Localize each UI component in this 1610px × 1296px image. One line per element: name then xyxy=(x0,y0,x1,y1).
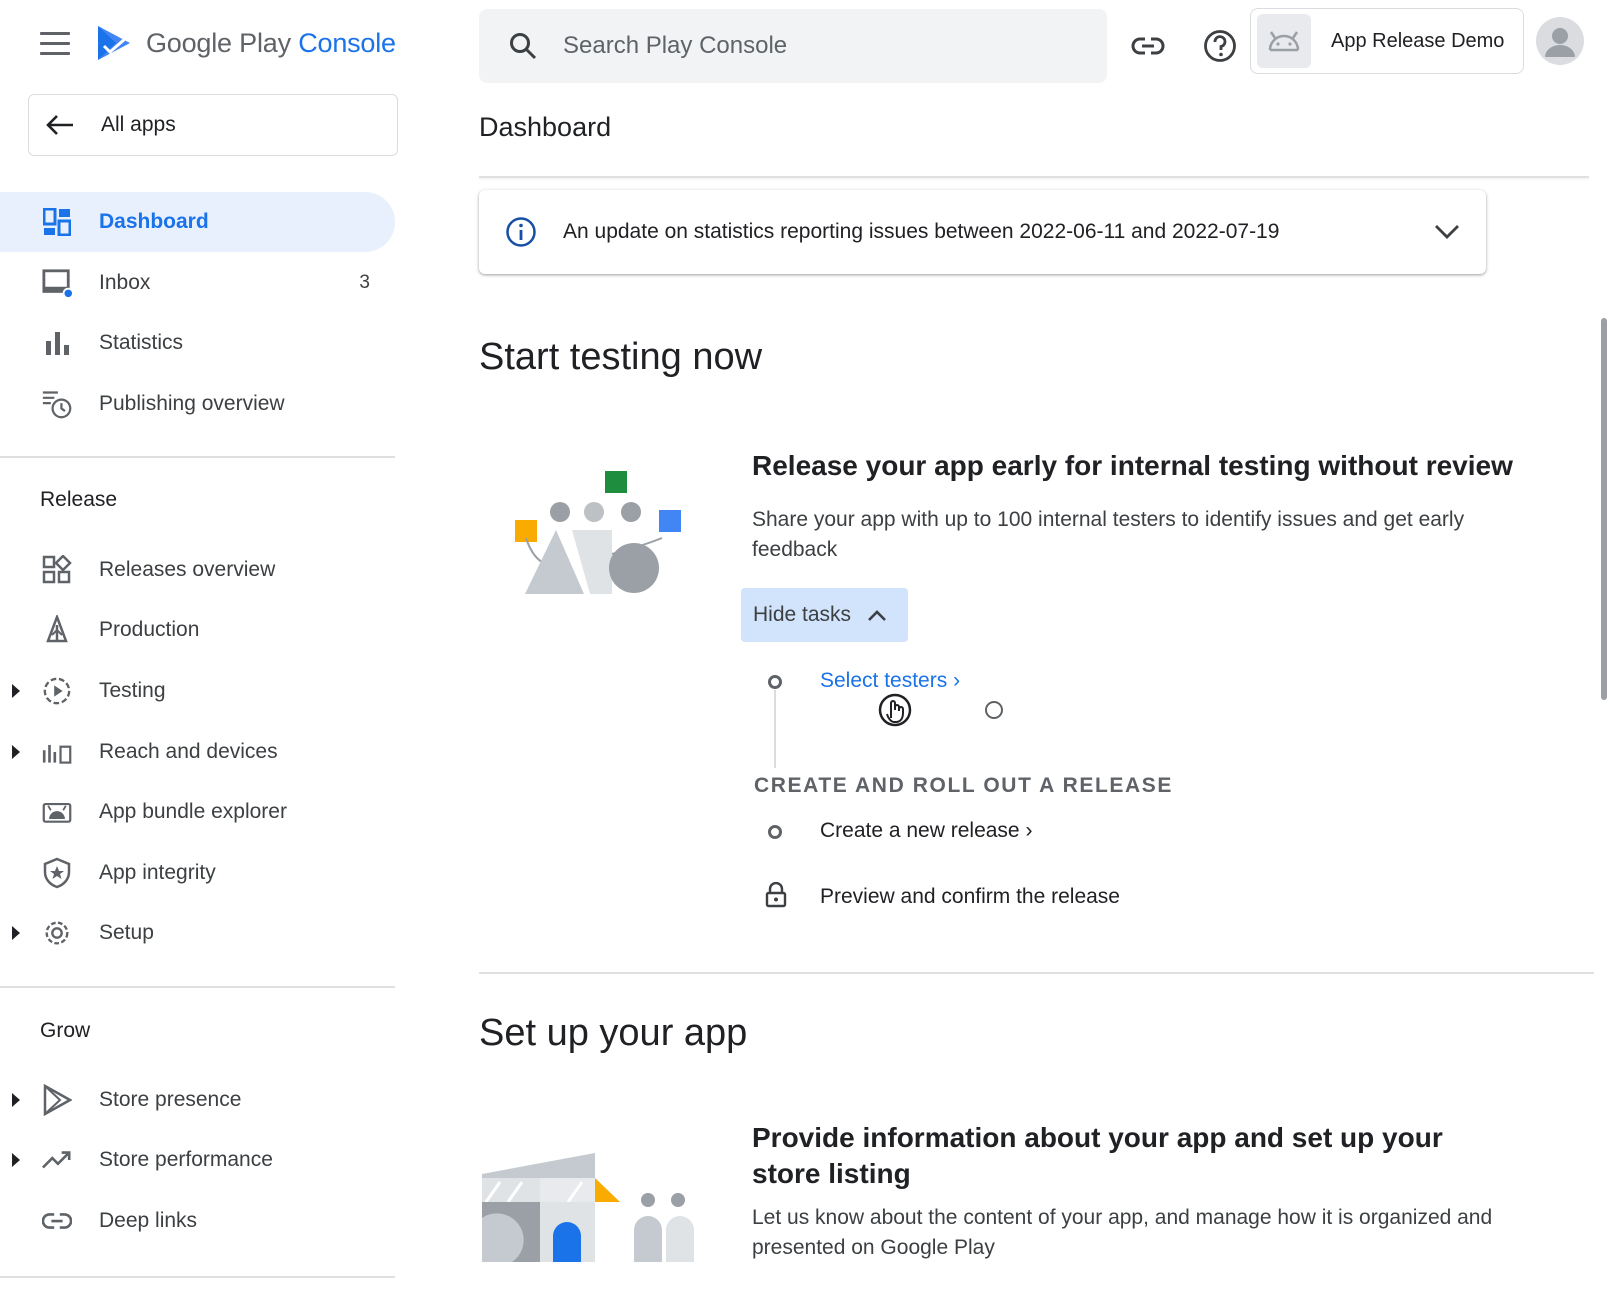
scrollbar-thumb[interactable] xyxy=(1601,318,1607,700)
sidebar-item-dashboard[interactable]: Dashboard xyxy=(0,192,395,252)
play-console-logo-icon xyxy=(98,26,130,60)
sidebar-divider xyxy=(0,456,395,458)
all-apps-label: All apps xyxy=(101,113,176,136)
sidebar-item-label: Statistics xyxy=(99,331,184,354)
rocket-icon xyxy=(42,615,72,645)
brand-name: Google Play Console xyxy=(146,27,396,58)
sidebar-item-label: Store presence xyxy=(99,1088,242,1111)
sidebar-item-production[interactable]: Production xyxy=(0,600,395,660)
sidebar-divider xyxy=(0,986,395,988)
sidebar-item-label: App bundle explorer xyxy=(99,800,287,823)
preview-release-task: Preview and confirm the release xyxy=(820,885,1120,908)
release-section-title: Release xyxy=(40,488,118,511)
expand-caret-icon[interactable] xyxy=(12,1153,20,1167)
testing-illustration xyxy=(515,471,681,594)
sidebar-divider xyxy=(0,1276,395,1278)
task-status-dot xyxy=(768,675,782,689)
sidebar-item-releases-overview[interactable]: Releases overview xyxy=(0,540,395,600)
all-apps-button[interactable]: All apps xyxy=(28,94,398,156)
grow-section-title: Grow xyxy=(40,1019,91,1042)
help-icon[interactable] xyxy=(1198,24,1242,68)
sidebar-item-label: Inbox xyxy=(99,271,151,294)
testing-card-title: Release your app early for internal test… xyxy=(752,450,1513,481)
inbox-count-badge: 3 xyxy=(359,272,370,293)
sidebar-item-label: Reach and devices xyxy=(99,740,278,763)
release-task-heading: CREATE AND ROLL OUT A RELEASE xyxy=(754,774,1173,797)
expand-caret-icon[interactable] xyxy=(12,684,20,698)
hide-tasks-label: Hide tasks xyxy=(753,603,852,626)
setup-illustration xyxy=(482,1153,694,1262)
android-box-icon xyxy=(42,797,72,827)
trending-icon xyxy=(42,1145,72,1175)
start-testing-heading: Start testing now xyxy=(479,336,763,378)
sidebar-item-label: Deep links xyxy=(99,1209,198,1232)
expand-caret-icon[interactable] xyxy=(12,745,20,759)
dashboard-icon xyxy=(42,207,72,237)
expand-caret-icon[interactable] xyxy=(12,926,20,940)
info-icon xyxy=(506,217,536,247)
sidebar-item-label: Releases overview xyxy=(99,558,276,581)
sidebar-item-store-presence[interactable]: Store presence xyxy=(0,1070,395,1130)
sidebar-item-label: Testing xyxy=(99,679,166,702)
sidebar-item-label: App integrity xyxy=(99,861,216,884)
header-divider xyxy=(479,176,1589,178)
chevron-up-icon xyxy=(868,609,886,621)
arrow-back-icon xyxy=(46,115,73,135)
releases-icon xyxy=(42,555,72,585)
avatar[interactable] xyxy=(1536,17,1584,65)
sidebar-item-store-performance[interactable]: Store performance xyxy=(0,1130,395,1190)
sidebar-item-reach-and-devices[interactable]: Reach and devices xyxy=(0,722,395,782)
task-status-dot xyxy=(768,825,782,839)
search-icon xyxy=(510,33,537,60)
bar-chart-icon xyxy=(42,328,72,358)
section-divider xyxy=(479,972,1594,974)
hide-tasks-button[interactable]: Hide tasks xyxy=(741,588,908,642)
sidebar-item-label: Dashboard xyxy=(99,210,209,233)
sidebar-item-label: Setup xyxy=(99,921,154,944)
sidebar-item-app-bundle-explorer[interactable]: App bundle explorer xyxy=(0,782,395,842)
search-bar[interactable] xyxy=(479,9,1107,83)
chevron-down-icon[interactable] xyxy=(1434,224,1460,240)
search-input[interactable] xyxy=(563,32,1063,60)
testing-icon xyxy=(42,676,72,706)
sidebar-item-label: Publishing overview xyxy=(99,392,285,415)
publishing-icon xyxy=(42,389,72,419)
menu-icon[interactable] xyxy=(40,32,70,56)
gear-icon xyxy=(42,918,72,948)
inbox-icon xyxy=(42,268,72,299)
testing-card-description: Share your app with up to 100 internal t… xyxy=(752,508,1465,561)
sidebar-item-inbox[interactable]: Inbox 3 xyxy=(0,253,395,313)
pending-status-icon xyxy=(985,701,1003,719)
link-icon[interactable] xyxy=(1126,24,1170,68)
link-icon xyxy=(42,1206,72,1236)
sidebar-item-statistics[interactable]: Statistics xyxy=(0,313,395,373)
reach-icon xyxy=(42,737,72,767)
app-selector[interactable]: App Release Demo xyxy=(1250,8,1524,74)
play-icon xyxy=(42,1084,72,1116)
app-name: App Release Demo xyxy=(1331,29,1505,52)
sidebar-item-app-integrity[interactable]: App integrity xyxy=(0,843,395,903)
hand-cursor-icon xyxy=(878,693,912,727)
expand-caret-icon[interactable] xyxy=(12,1093,20,1107)
sidebar-item-testing[interactable]: Testing xyxy=(0,661,395,721)
setup-card-title: Provide information about your app and s… xyxy=(752,1122,1443,1189)
sidebar-item-publishing-overview[interactable]: Publishing overview xyxy=(0,374,395,434)
page-title: Dashboard xyxy=(479,112,612,142)
brand-logo[interactable]: Google Play Console xyxy=(96,24,396,62)
sidebar-item-deep-links[interactable]: Deep links xyxy=(0,1191,395,1251)
android-icon xyxy=(1257,14,1311,68)
setup-card-description: Let us know about the content of your ap… xyxy=(752,1206,1493,1259)
banner-text: An update on statistics reporting issues… xyxy=(563,220,1280,243)
create-release-link[interactable]: Create a new release › xyxy=(820,819,1032,843)
setup-app-heading: Set up your app xyxy=(479,1012,748,1054)
sidebar-item-label: Store performance xyxy=(99,1148,273,1171)
task-connector xyxy=(774,690,776,768)
lock-icon xyxy=(765,882,787,908)
sidebar-item-label: Production xyxy=(99,618,200,641)
info-banner[interactable]: An update on statistics reporting issues… xyxy=(479,190,1486,274)
sidebar-item-setup[interactable]: Setup xyxy=(0,903,395,963)
shield-icon xyxy=(42,857,72,889)
